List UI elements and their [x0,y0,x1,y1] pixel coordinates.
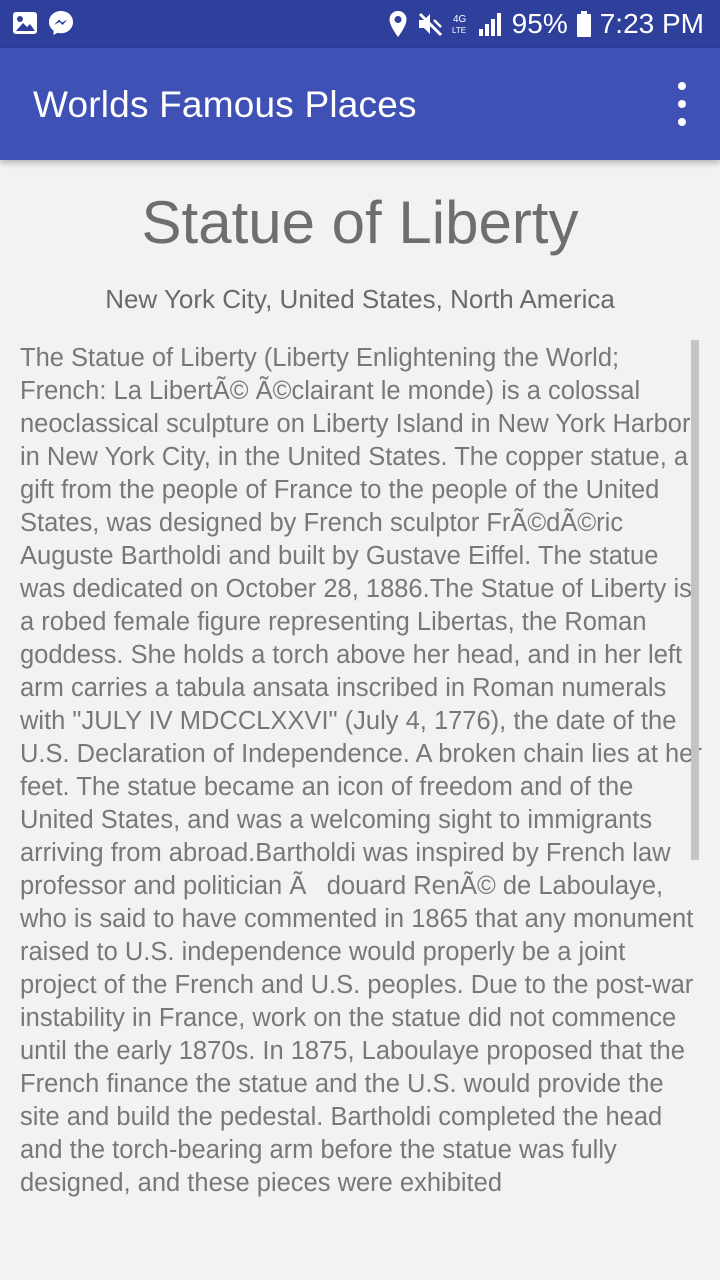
svg-text:4G: 4G [453,14,467,25]
status-bar: 4G LTE 95% 7:23 PM [0,0,720,48]
place-location: New York City, United States, North Amer… [105,284,615,314]
battery-percent: 95% [511,8,568,39]
app-title: Worlds Famous Places [33,84,417,125]
gallery-icon [12,11,38,35]
place-title: Statue of Liberty [141,189,579,256]
lte-icon: 4G LTE [452,10,470,38]
scrollbar-thumb[interactable] [691,340,699,860]
overflow-menu-button[interactable] [670,82,694,126]
svg-text:LTE: LTE [452,26,466,35]
more-vert-icon [678,82,686,90]
more-vert-dot [678,100,686,108]
signal-icon [478,11,504,37]
description-scroll-area[interactable]: The Statue of Liberty (Liberty Enlighten… [20,342,708,1264]
messenger-icon [48,10,74,36]
more-vert-dot [678,118,686,126]
mute-icon [416,10,444,38]
clock: 7:23 PM [599,8,704,39]
location-icon [388,10,408,38]
battery-icon [576,10,592,38]
app-bar: Worlds Famous Places [0,48,720,160]
place-description: The Statue of Liberty (Liberty Enlighten… [20,344,702,1197]
